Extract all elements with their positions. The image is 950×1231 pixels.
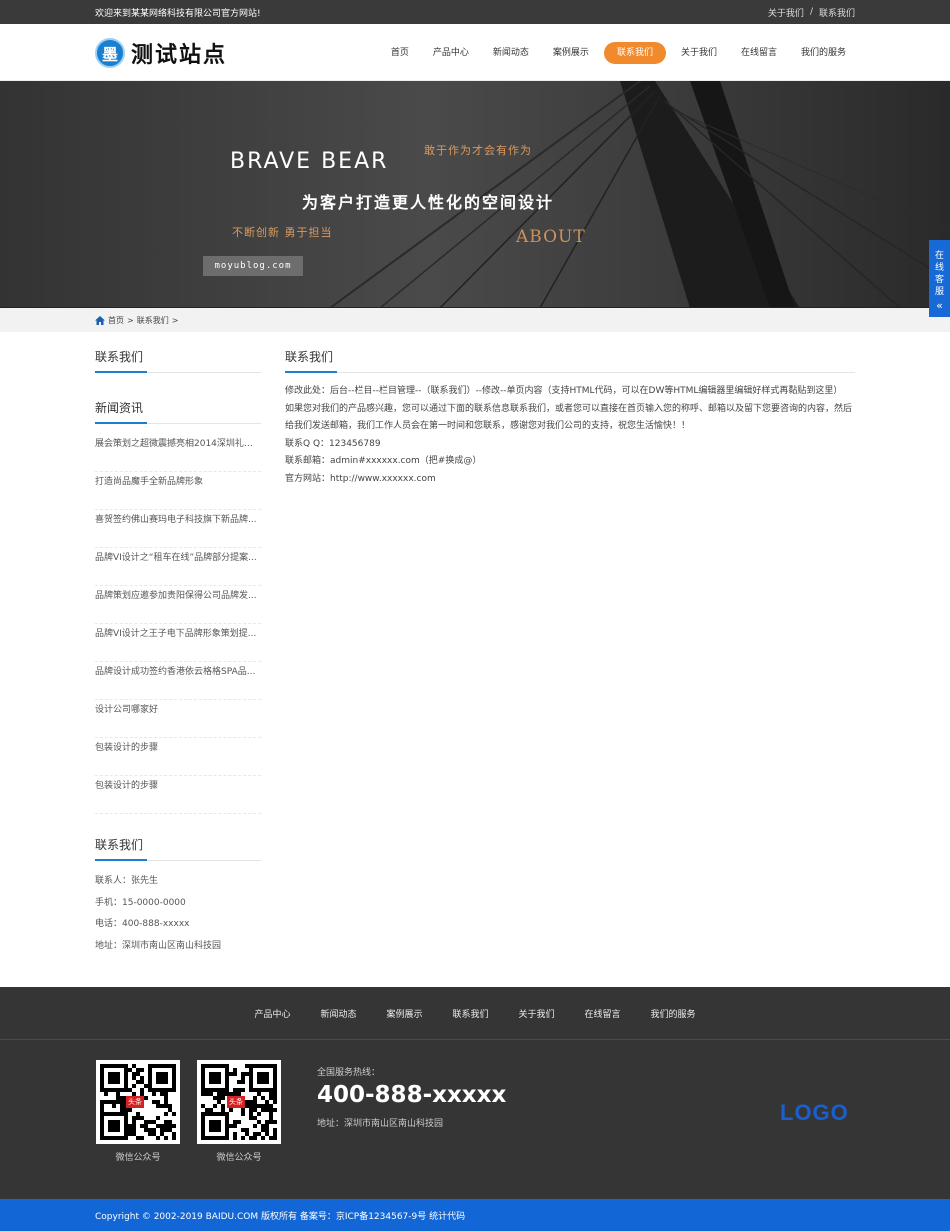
- banner-slogan: 敢于作为才会有作为: [424, 144, 532, 157]
- news-list: 展会策划之超微震撼亮相2014深圳礼品展 打造尚品魔手全新品牌形象 喜贺签约佛山…: [95, 434, 261, 814]
- service-char: 服: [934, 287, 944, 297]
- hotline-label: 全国服务热线：: [317, 1068, 381, 1078]
- qr-code-1: 头条 微信公众号: [96, 1060, 180, 1163]
- content-line: 如果您对我们的产品感兴趣，您可以通过下面的联系信息联系我们，或者您可以直接在首页…: [285, 403, 853, 432]
- breadcrumb: 首页 > 联系我们 >: [0, 308, 950, 332]
- breadcrumb-sep: >: [127, 315, 134, 325]
- top-links: 关于我们 / 联系我们: [768, 6, 855, 19]
- banner-brave: BRAVE BEAR: [230, 149, 389, 174]
- site-header: 墨 测试站点 首页 产品中心 新闻动态 案例展示 联系我们 关于我们 在线留言 …: [0, 24, 950, 81]
- site-logo[interactable]: 墨 测试站点: [95, 37, 227, 69]
- content-email: 联系邮箱：admin#xxxxxx.com（把#换成@）: [285, 456, 482, 466]
- top-link-separator: /: [809, 7, 813, 17]
- double-chevron-left-icon: «: [936, 299, 943, 312]
- breadcrumb-trail-sep: >: [171, 315, 179, 325]
- contact-person: 联系人：张先生: [95, 876, 159, 886]
- nav-services[interactable]: 我们的服务: [792, 42, 855, 64]
- copyright-text: Copyright © 2002-2019 BAIDU.COM 版权所有 备案号…: [95, 1211, 466, 1222]
- home-icon: [95, 315, 105, 325]
- qr-caption: 微信公众号: [115, 1153, 161, 1163]
- sidebar: 联系我们 新闻资讯 展会策划之超微震撼亮相2014深圳礼品展 打造尚品魔手全新品…: [95, 348, 261, 957]
- news-item[interactable]: 包装设计的步骤: [95, 738, 261, 776]
- banner-subline: 不断创新 勇于担当: [232, 226, 333, 239]
- footer-address: 地址：深圳市南山区南山科技园: [317, 1119, 444, 1129]
- content-line: 修改此处：后台--栏目--栏目管理--（联系我们）--修改--单页内容（支持HT…: [285, 386, 843, 396]
- footer-nav-cases[interactable]: 案例展示: [386, 1007, 422, 1020]
- sidebar-title-news: 新闻资讯: [95, 399, 261, 424]
- service-char: 客: [934, 275, 944, 285]
- qr-badge: 头条: [126, 1096, 144, 1108]
- footer-nav-products[interactable]: 产品中心: [254, 1007, 290, 1020]
- contact-mobile: 手机：15-0000-0000: [95, 897, 186, 908]
- qr-code-2: 头条 微信公众号: [197, 1060, 281, 1163]
- top-link-contact[interactable]: 联系我们: [819, 6, 855, 19]
- qr-caption: 微信公众号: [216, 1153, 262, 1163]
- banner-url-tag: moyublog.com: [203, 256, 303, 276]
- news-item[interactable]: 展会策划之超微震撼亮相2014深圳礼品展: [95, 434, 261, 472]
- page-title: 联系我们: [285, 348, 855, 373]
- footer-nav-news[interactable]: 新闻动态: [320, 1007, 356, 1020]
- news-item[interactable]: 品牌设计成功签约香港依云格格SPA品...: [95, 662, 261, 700]
- news-item[interactable]: 品牌策划应邀参加贵阳保得公司品牌发...: [95, 586, 261, 624]
- news-item[interactable]: 喜贺签约佛山赛玛电子科技旗下新品牌...: [95, 510, 261, 548]
- content-area: 联系我们 修改此处：后台--栏目--栏目管理--（联系我们）--修改--单页内容…: [285, 348, 855, 957]
- site-footer: 产品中心 新闻动态 案例展示 联系我们 关于我们 在线留言 我们的服务 头条 微…: [0, 987, 950, 1199]
- hotline-block: 全国服务热线： 400-888-xxxxx 地址：深圳市南山区南山科技园: [317, 1065, 506, 1129]
- nav-products[interactable]: 产品中心: [424, 42, 478, 64]
- news-item[interactable]: 品牌VI设计之王子电下品牌形象策划提...: [95, 624, 261, 662]
- footer-nav: 产品中心 新闻动态 案例展示 联系我们 关于我们 在线留言 我们的服务: [0, 987, 950, 1040]
- news-item[interactable]: 包装设计的步骤: [95, 776, 261, 814]
- nav-home[interactable]: 首页: [382, 42, 418, 64]
- footer-nav-contact[interactable]: 联系我们: [452, 1007, 488, 1020]
- content-website: 官方网站：http://www.xxxxxx.com: [285, 473, 436, 484]
- service-char: 在: [934, 251, 944, 261]
- footer-nav-about[interactable]: 关于我们: [519, 1007, 555, 1020]
- sidebar-title-contact: 联系我们: [95, 348, 261, 373]
- qr-code-icon: 头条: [197, 1060, 281, 1144]
- qr-badge: 头条: [227, 1096, 245, 1108]
- welcome-text: 欢迎来到某某网络科技有限公司官方网站!: [95, 8, 261, 19]
- nav-cases[interactable]: 案例展示: [544, 42, 598, 64]
- sidebar-title-contact-info: 联系我们: [95, 836, 261, 861]
- top-bar: 欢迎来到某某网络科技有限公司官方网站! 关于我们 / 联系我们: [0, 0, 950, 24]
- news-item[interactable]: 打造尚品魔手全新品牌形象: [95, 472, 261, 510]
- breadcrumb-current[interactable]: 联系我们: [137, 315, 169, 326]
- logo-text: 测试站点: [131, 41, 228, 68]
- news-item[interactable]: 设计公司哪家好: [95, 700, 261, 738]
- logo-icon: 墨: [95, 37, 125, 68]
- main-area: 联系我们 新闻资讯 展会策划之超微震撼亮相2014深圳礼品展 打造尚品魔手全新品…: [95, 348, 855, 957]
- hotline-number: 400-888-xxxxx: [317, 1082, 507, 1108]
- hero-banner: BRAVE BEAR 敢于作为才会有作为 为客户打造更人性化的空间设计 不断创新…: [0, 81, 950, 308]
- content-qq: 联系Q Q：123456789: [285, 438, 381, 449]
- top-link-about[interactable]: 关于我们: [768, 6, 804, 19]
- footer-nav-message[interactable]: 在线留言: [585, 1007, 621, 1020]
- nav-contact[interactable]: 联系我们: [603, 41, 666, 64]
- nav-message[interactable]: 在线留言: [732, 42, 786, 64]
- banner-about: ABOUT: [516, 227, 586, 247]
- qr-code-icon: 头条: [96, 1060, 180, 1144]
- breadcrumb-home[interactable]: 首页: [108, 315, 124, 326]
- service-char: 线: [934, 263, 944, 273]
- contact-phone: 电话：400-888-xxxxx: [95, 919, 190, 929]
- copyright-bar: Copyright © 2002-2019 BAIDU.COM 版权所有 备案号…: [0, 1199, 950, 1231]
- main-nav: 首页 产品中心 新闻动态 案例展示 联系我们 关于我们 在线留言 我们的服务: [382, 41, 855, 64]
- contact-address: 地址：深圳市南山区南山科技园: [95, 940, 222, 951]
- nav-news[interactable]: 新闻动态: [484, 42, 538, 64]
- footer-logo: LOGO: [780, 1100, 849, 1125]
- footer-nav-services[interactable]: 我们的服务: [651, 1007, 696, 1020]
- news-item[interactable]: 品牌VI设计之“租车在线”品牌部分提案...: [95, 548, 261, 586]
- banner-headline: 为客户打造更人性化的空间设计: [302, 193, 555, 212]
- online-service-tab[interactable]: 在 线 客 服 «: [929, 240, 950, 317]
- nav-about[interactable]: 关于我们: [672, 42, 726, 64]
